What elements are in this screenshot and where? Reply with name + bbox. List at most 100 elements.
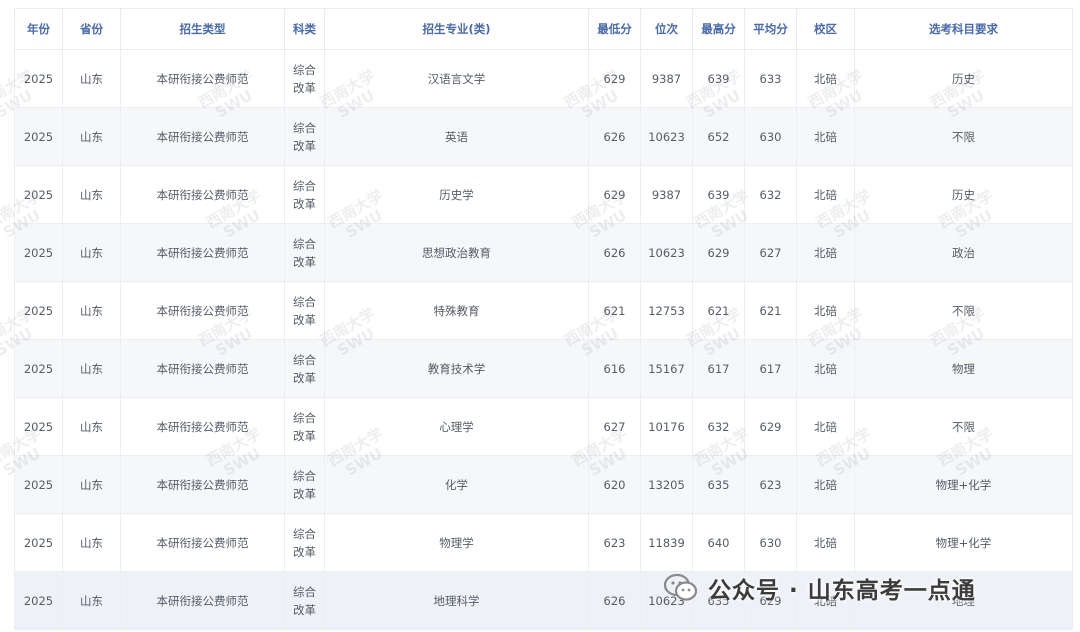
cell-campus: 北碚 [796,397,855,456]
table-row: 2025 山东 本研衔接公费师范 综合 改革 化学 620 13205 635 623 北碚 物理+化… [14,455,1073,514]
cell-max-score: 640 [692,513,745,572]
cell-min-score: 627 [588,397,641,456]
cell-subject-category: 综合 改革 [284,455,325,514]
cell-year: 2025 [14,339,63,398]
cell-campus: 北碚 [796,107,855,166]
cell-requirement: 物理+化学 [854,455,1073,514]
cell-year: 2025 [14,223,63,282]
table-row: 2025 山东 本研衔接公费师范 综合 改革 思想政治教育 626 10623 629 627 北碚… [14,223,1073,282]
cell-rank: 13205 [640,455,693,514]
cell-type: 本研衔接公费师范 [120,165,285,224]
cell-avg-score: 621 [744,281,797,340]
header-avg-score[interactable]: 平均分 [744,8,797,50]
cell-province: 山东 [62,49,121,108]
cell-avg-score: 630 [744,107,797,166]
cell-min-score: 626 [588,571,641,630]
cell-major: 思想政治教育 [324,223,589,282]
cell-avg-score: 629 [744,397,797,456]
cell-min-score: 629 [588,49,641,108]
cell-avg-score: 630 [744,513,797,572]
cell-major: 化学 [324,455,589,514]
cell-campus: 北碚 [796,49,855,108]
cell-requirement: 历史 [854,165,1073,224]
header-campus[interactable]: 校区 [796,8,855,50]
cell-type: 本研衔接公费师范 [120,455,285,514]
cell-campus: 北碚 [796,223,855,282]
header-province[interactable]: 省份 [62,8,121,50]
table-body: 2025 山东 本研衔接公费师范 综合 改革 汉语言文学 629 9387 639 633 北碚 历史… [14,49,1073,630]
cell-max-score: 629 [692,223,745,282]
cell-province: 山东 [62,571,121,630]
cell-major: 特殊教育 [324,281,589,340]
cell-max-score: 639 [692,165,745,224]
header-year[interactable]: 年份 [14,8,63,50]
cell-province: 山东 [62,339,121,398]
cell-requirement: 地理 [854,571,1073,630]
table-row: 2025 山东 本研衔接公费师范 综合 改革 特殊教育 621 12753 621 621 北碚 不限 [14,281,1073,340]
cell-subject-category: 综合 改革 [284,397,325,456]
cell-min-score: 623 [588,513,641,572]
cell-requirement: 不限 [854,281,1073,340]
cell-avg-score: 629 [744,571,797,630]
cell-subject-category: 综合 改革 [284,513,325,572]
table-row: 2025 山东 本研衔接公费师范 综合 改革 教育技术学 616 15167 617 617 北碚物… [14,339,1073,398]
cell-max-score: 617 [692,339,745,398]
cell-major: 历史学 [324,165,589,224]
cell-rank: 9387 [640,49,693,108]
cell-campus: 北碚 [796,513,855,572]
cell-year: 2025 [14,281,63,340]
cell-type: 本研衔接公费师范 [120,339,285,398]
subject-line: 改革 [293,544,316,559]
cell-major: 英语 [324,107,589,166]
cell-major: 汉语言文学 [324,49,589,108]
table-row: 2025 山东 本研衔接公费师范 综合 改革 地理科学 626 10623 635 629 北碚 地理 [14,571,1073,630]
subject-line: 综合 [293,236,316,251]
header-row: 年份 省份 招生类型 科类 招生专业(类) 最低分 位次 最高分 平均分 校区 … [14,8,1073,50]
cell-province: 山东 [62,513,121,572]
cell-province: 山东 [62,223,121,282]
subject-line: 综合 [293,526,316,541]
cell-rank: 12753 [640,281,693,340]
header-max-score[interactable]: 最高分 [692,8,745,50]
table-row: 2025 山东 本研衔接公费师范 综合 改革 心理学 627 10176 632 629 北碚 不限 [14,397,1073,456]
header-major[interactable]: 招生专业(类) [324,8,589,50]
subject-line: 改革 [293,486,316,501]
subject-line: 综合 [293,584,316,599]
table-row: 2025 山东 本研衔接公费师范 综合 改革 历史学 629 9387 639 632 北碚 历史 [14,165,1073,224]
cell-subject-category: 综合 改革 [284,571,325,630]
table-header: 年份 省份 招生类型 科类 招生专业(类) 最低分 位次 最高分 平均分 校区 … [14,8,1073,50]
header-type[interactable]: 招生类型 [120,8,285,50]
header-min-score[interactable]: 最低分 [588,8,641,50]
subject-line: 改革 [293,196,316,211]
subject-line: 改革 [293,254,316,269]
cell-subject-category: 综合 改革 [284,339,325,398]
subject-line: 改革 [293,370,316,385]
header-requirement[interactable]: 选考科目要求 [854,8,1073,50]
admission-score-table: 年份 省份 招生类型 科类 招生专业(类) 最低分 位次 最高分 平均分 校区 … [14,8,1073,630]
cell-province: 山东 [62,107,121,166]
subject-line: 综合 [293,410,316,425]
cell-avg-score: 627 [744,223,797,282]
header-subject-category[interactable]: 科类 [284,8,325,50]
cell-min-score: 616 [588,339,641,398]
subject-line: 改革 [293,602,316,617]
header-rank[interactable]: 位次 [640,8,693,50]
subject-line: 改革 [293,80,316,95]
cell-min-score: 620 [588,455,641,514]
page: 年份 省份 招生类型 科类 招生专业(类) 最低分 位次 最高分 平均分 校区 … [0,0,1080,632]
subject-line: 改革 [293,138,316,153]
subject-line: 改革 [293,312,316,327]
cell-subject-category: 综合 改革 [284,107,325,166]
cell-campus: 北碚 [796,455,855,514]
cell-year: 2025 [14,455,63,514]
cell-min-score: 629 [588,165,641,224]
cell-min-score: 621 [588,281,641,340]
cell-max-score: 635 [692,455,745,514]
cell-requirement: 政治 [854,223,1073,282]
cell-subject-category: 综合 改革 [284,165,325,224]
cell-max-score: 639 [692,49,745,108]
cell-province: 山东 [62,455,121,514]
cell-rank: 10623 [640,571,693,630]
cell-major: 心理学 [324,397,589,456]
cell-province: 山东 [62,281,121,340]
